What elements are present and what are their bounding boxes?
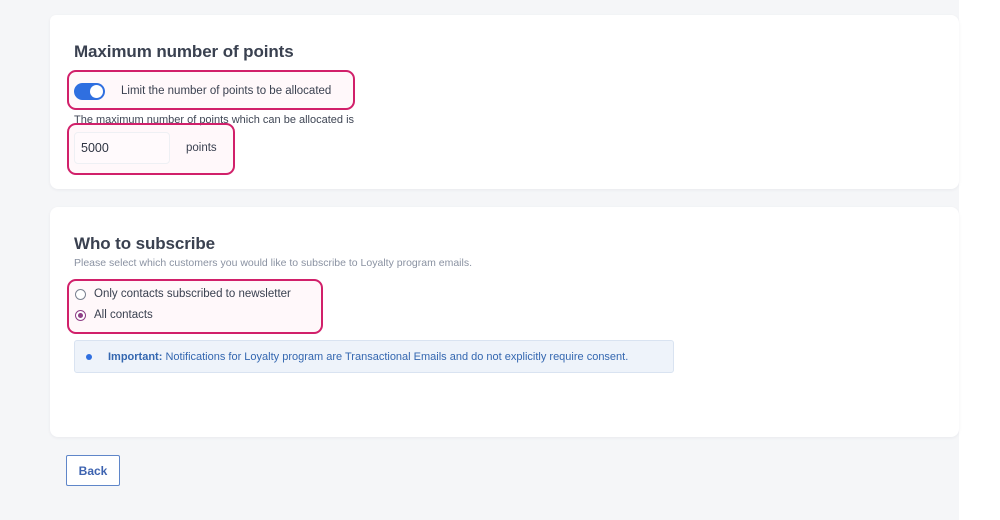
radio-label-newsletter: Only contacts subscribed to newsletter — [94, 288, 291, 300]
section-title-subscribe: Who to subscribe — [74, 234, 216, 253]
points-row: points — [74, 132, 217, 164]
notice-strong: Important: — [108, 350, 163, 363]
radio-button-all-contacts[interactable] — [75, 309, 86, 321]
radio-button-newsletter[interactable] — [75, 288, 86, 300]
notice-text: Important: Notifications for Loyalty pro… — [108, 351, 628, 363]
back-button[interactable]: Back — [66, 455, 120, 486]
points-unit-label: points — [186, 142, 217, 154]
limit-points-label: Limit the number of points to be allocat… — [121, 85, 332, 97]
limit-points-toggle[interactable] — [74, 82, 105, 100]
toggle-knob — [90, 84, 103, 98]
right-gutter — [959, 0, 1000, 520]
bullet-dot-icon — [86, 353, 92, 360]
who-to-subscribe-card: Who to subscribe Please select which cus… — [50, 207, 959, 437]
subscribe-subtitle: Please select which customers you would … — [74, 257, 473, 269]
notice-body: Notifications for Loyalty program are Tr… — [162, 350, 629, 363]
section-title-max-points: Maximum number of points — [74, 42, 294, 61]
radio-label-all-contacts: All contacts — [94, 309, 153, 321]
radio-option-newsletter[interactable]: Only contacts subscribed to newsletter — [75, 288, 291, 300]
max-points-input[interactable] — [74, 132, 170, 164]
max-points-card: Maximum number of points Limit the numbe… — [50, 15, 959, 189]
radio-option-all-contacts[interactable]: All contacts — [75, 309, 153, 321]
important-notice: Important: Notifications for Loyalty pro… — [74, 340, 674, 373]
limit-points-toggle-row[interactable]: Limit the number of points to be allocat… — [74, 80, 331, 102]
